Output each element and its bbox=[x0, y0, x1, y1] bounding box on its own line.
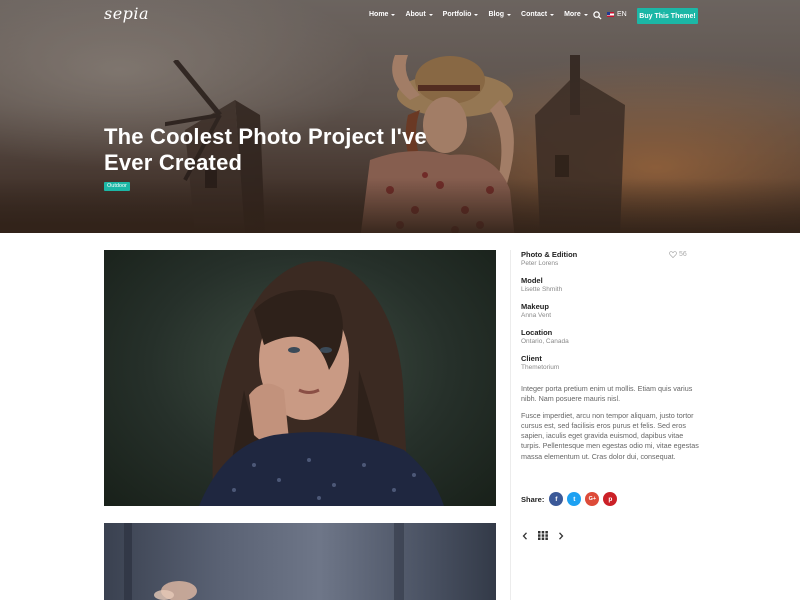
menu-item-portfolio[interactable]: Portfolio bbox=[443, 11, 479, 18]
description-paragraph: Integer porta pretium enim ut mollis. Et… bbox=[521, 384, 693, 404]
search-icon[interactable] bbox=[593, 11, 602, 20]
menu-item-blog[interactable]: Blog bbox=[488, 11, 512, 18]
chevron-left-icon bbox=[522, 531, 527, 540]
menu-item-label: About bbox=[405, 11, 426, 18]
google-plus-icon[interactable]: G+ bbox=[585, 492, 600, 506]
main-menu: Home About Portfolio Blog Contact More bbox=[369, 11, 598, 18]
share-bar: Share: f t G+ p bbox=[521, 492, 621, 506]
description-paragraph: Fusce imperdiet, arcu non tempor aliquam… bbox=[521, 410, 699, 461]
all-projects-button[interactable] bbox=[538, 531, 548, 540]
category-tag[interactable]: Outdoor bbox=[104, 182, 130, 191]
detail-value: Peter Lorens bbox=[521, 260, 559, 267]
site-logo[interactable]: sepia bbox=[104, 4, 149, 23]
twitter-icon[interactable]: t bbox=[567, 492, 582, 506]
hero-banner: sepia Home About Portfolio Blog Contact … bbox=[0, 0, 800, 233]
page-title: The Coolest Photo Project I've Ever Crea… bbox=[104, 124, 484, 176]
project-description: Integer porta pretium enim ut mollis. Et… bbox=[521, 384, 701, 468]
like-button[interactable]: 56 bbox=[669, 251, 687, 258]
menu-item-label: Contact bbox=[521, 11, 548, 18]
menu-item-more[interactable]: More bbox=[564, 11, 588, 18]
menu-item-contact[interactable]: Contact bbox=[521, 11, 555, 18]
menu-item-label: More bbox=[564, 11, 581, 18]
pinterest-icon[interactable]: p bbox=[603, 492, 618, 506]
detail-label: Model bbox=[521, 276, 543, 285]
second-photo-illustration bbox=[124, 523, 404, 600]
detail-value: Ontario, Canada bbox=[521, 338, 569, 345]
chevron-right-icon bbox=[559, 531, 564, 540]
chevron-down-icon bbox=[583, 14, 588, 16]
chevron-down-icon bbox=[507, 14, 512, 16]
next-project-button[interactable] bbox=[558, 531, 564, 540]
like-count: 56 bbox=[679, 251, 687, 258]
page-title-line-2: Ever Created bbox=[104, 150, 243, 175]
menu-item-about[interactable]: About bbox=[405, 11, 433, 18]
chevron-down-icon bbox=[391, 14, 396, 16]
menu-item-label: Home bbox=[369, 11, 389, 18]
sidebar-divider bbox=[510, 250, 511, 600]
chevron-down-icon bbox=[474, 14, 479, 16]
detail-label: Location bbox=[521, 328, 553, 337]
project-details: Photo & Edition Peter Lorens Model Liset… bbox=[521, 250, 701, 380]
page-title-line-1: The Coolest Photo Project I've bbox=[104, 124, 427, 149]
facebook-icon[interactable]: f bbox=[549, 492, 564, 506]
flag-icon bbox=[607, 12, 614, 17]
detail-location: Location Ontario, Canada bbox=[521, 328, 701, 346]
share-label: Share: bbox=[521, 494, 545, 504]
detail-client: Client Themetorium bbox=[521, 354, 701, 372]
portrait-illustration bbox=[199, 261, 444, 506]
detail-value: Anna Vent bbox=[521, 312, 551, 319]
chevron-down-icon bbox=[428, 14, 433, 16]
grid-icon bbox=[538, 531, 548, 540]
detail-value: Lisette Shmith bbox=[521, 286, 563, 293]
buy-theme-button[interactable]: Buy This Theme! bbox=[637, 8, 698, 24]
portrait-photo bbox=[104, 250, 496, 506]
menu-item-label: Portfolio bbox=[442, 11, 472, 18]
menu-item-home[interactable]: Home bbox=[369, 11, 396, 18]
menu-item-label: Blog bbox=[488, 11, 505, 18]
heart-icon bbox=[669, 251, 677, 258]
second-photo bbox=[104, 523, 496, 600]
detail-value: Themetorium bbox=[521, 364, 560, 371]
top-navigation: sepia Home About Portfolio Blog Contact … bbox=[0, 0, 800, 32]
hero-overlay bbox=[0, 0, 800, 233]
detail-label: Makeup bbox=[521, 302, 549, 311]
detail-makeup: Makeup Anna Vent bbox=[521, 302, 701, 320]
project-pager bbox=[522, 531, 564, 540]
language-switcher[interactable]: EN bbox=[607, 11, 627, 18]
previous-project-button[interactable] bbox=[522, 531, 528, 540]
language-label: EN bbox=[617, 11, 627, 18]
chevron-down-icon bbox=[550, 14, 555, 16]
detail-label: Client bbox=[521, 354, 542, 363]
detail-model: Model Lisette Shmith bbox=[521, 276, 701, 294]
